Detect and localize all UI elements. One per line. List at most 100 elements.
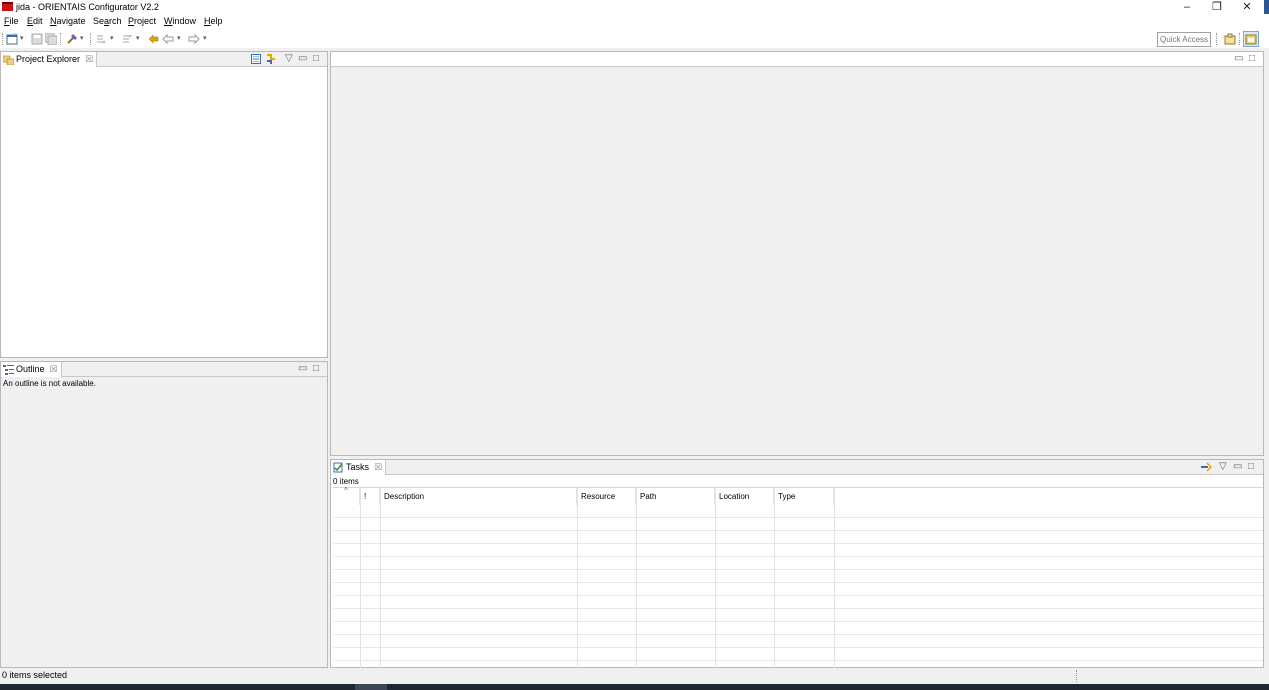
menu-help-rest: elp: [210, 16, 223, 26]
column-header-complete[interactable]: [333, 488, 360, 505]
editor-area: ▭ □: [330, 51, 1264, 456]
menu-search-pre: Se: [93, 16, 105, 26]
save-all-icon[interactable]: [45, 33, 57, 45]
table-row: [333, 647, 1263, 648]
status-text: 0 items selected: [2, 670, 68, 680]
project-explorer-header: Project Explorer ☒ ▽ ▭ □: [1, 52, 327, 67]
project-explorer-title: Project Explorer: [16, 54, 81, 64]
minimize-view-icon[interactable]: ▭: [298, 362, 307, 375]
menu-bar: File Edit Navigate Search Project Window…: [0, 14, 1269, 30]
window-title: jida - ORIENTAIS Configurator V2.2: [16, 2, 159, 12]
column-header-type[interactable]: Type: [774, 488, 834, 505]
project-explorer-view: Project Explorer ☒ ▽ ▭ □: [0, 51, 328, 358]
minimize-button[interactable]: –: [1172, 0, 1202, 14]
grid-line: [577, 488, 578, 668]
column-header-path[interactable]: Path: [636, 488, 715, 505]
next-annotation-dropdown-icon[interactable]: ▾: [110, 34, 114, 42]
os-taskbar: [0, 684, 1269, 690]
outline-header: Outline ☒ ▭ □: [1, 362, 327, 377]
close-button[interactable]: ✕: [1232, 0, 1262, 14]
menu-window-mnemonic: W: [164, 16, 173, 26]
maximize-view-icon[interactable]: □: [313, 52, 319, 65]
next-annotation-icon[interactable]: [95, 33, 107, 45]
grid-line: [715, 488, 716, 668]
table-row: [333, 608, 1263, 609]
forward-dropdown-icon[interactable]: ▾: [203, 34, 207, 42]
minimize-view-icon[interactable]: ▭: [298, 52, 307, 65]
view-menu-icon[interactable]: ▽: [285, 52, 293, 65]
maximize-view-icon[interactable]: □: [313, 362, 319, 375]
menu-window[interactable]: Window: [164, 16, 196, 26]
outline-icon: [3, 365, 14, 375]
view-menu-icon[interactable]: ▽: [1219, 460, 1227, 473]
menu-project-rest: roject: [134, 16, 157, 26]
status-bar: 0 items selected: [0, 668, 1269, 684]
tasks-count: 0 items: [333, 477, 359, 486]
close-icon[interactable]: ☒: [49, 362, 57, 377]
menu-navigate[interactable]: Navigate: [50, 16, 86, 26]
minimize-view-icon[interactable]: ▭: [1233, 460, 1242, 473]
taskbar-active-item[interactable]: [355, 684, 387, 690]
table-row: [333, 595, 1263, 596]
maximize-view-icon[interactable]: □: [1249, 52, 1255, 65]
restore-button[interactable]: ❐: [1202, 0, 1232, 14]
last-edit-icon[interactable]: [147, 33, 159, 45]
perspective-icon: [1245, 34, 1257, 45]
build-icon[interactable]: [66, 33, 78, 45]
back-dropdown-icon[interactable]: ▾: [177, 34, 181, 42]
tasks-table: ^ ! Description Resource Path Location T…: [333, 486, 1263, 668]
column-header-location[interactable]: Location: [715, 488, 774, 505]
table-row: [333, 556, 1263, 557]
tasks-view: Tasks ☒ ▽ ▭ □ 0 items ^ ! Description Re…: [330, 459, 1264, 668]
tab-tasks[interactable]: Tasks ☒: [331, 460, 387, 475]
new-icon[interactable]: [6, 33, 18, 45]
menu-help[interactable]: Help: [204, 16, 223, 26]
minimize-view-icon[interactable]: ▭: [1234, 52, 1243, 65]
outline-title: Outline: [16, 364, 45, 374]
status-separator: [1076, 670, 1077, 682]
grid-line: [834, 488, 835, 668]
menu-search[interactable]: Search: [93, 16, 122, 26]
toolbar-grip: [2, 33, 3, 45]
build-dropdown-icon[interactable]: ▾: [80, 34, 84, 42]
quick-access-input[interactable]: [1157, 32, 1211, 47]
column-header-resource[interactable]: Resource: [577, 488, 636, 505]
app-icon: [2, 2, 13, 11]
menu-window-rest: indow: [172, 16, 197, 26]
table-row: [333, 530, 1263, 531]
toolbar-separator: [60, 33, 61, 45]
tasks-title: Tasks: [346, 462, 370, 472]
column-header-priority[interactable]: !: [360, 488, 380, 505]
maximize-view-icon[interactable]: □: [1248, 460, 1254, 473]
forward-icon[interactable]: [188, 33, 200, 45]
back-icon[interactable]: [162, 33, 174, 45]
tab-outline[interactable]: Outline ☒: [1, 362, 62, 377]
table-row: [333, 634, 1263, 635]
table-row: [333, 543, 1263, 544]
menu-project[interactable]: Project: [128, 16, 156, 26]
title-bar: jida - ORIENTAIS Configurator V2.2 – ❐ ✕: [0, 0, 1269, 18]
save-icon[interactable]: [31, 33, 43, 45]
menu-edit-rest: dit: [33, 16, 43, 26]
tab-project-explorer[interactable]: Project Explorer ☒: [1, 52, 98, 67]
perspective-button[interactable]: [1243, 31, 1259, 47]
collapse-all-icon[interactable]: [251, 54, 261, 64]
prev-annotation-dropdown-icon[interactable]: ▾: [136, 34, 140, 42]
new-dropdown-icon[interactable]: ▾: [20, 34, 24, 42]
menu-edit[interactable]: Edit: [27, 16, 43, 26]
close-icon[interactable]: ☒: [85, 52, 93, 67]
editor-header: ▭ □: [331, 52, 1263, 67]
close-icon[interactable]: ☒: [374, 460, 382, 475]
tasks-icon: [333, 462, 343, 473]
prev-annotation-icon[interactable]: [121, 33, 133, 45]
menu-navigate-rest: avigate: [56, 16, 86, 26]
grid-line: [360, 488, 361, 668]
column-header-description[interactable]: Description: [380, 488, 577, 505]
grid-line: [380, 488, 381, 668]
open-perspective-icon[interactable]: [1224, 33, 1236, 45]
menu-file[interactable]: File: [4, 16, 19, 26]
link-with-editor-icon[interactable]: [265, 53, 277, 65]
toolbar-separator: [1239, 33, 1240, 45]
grid-line: [774, 488, 775, 668]
new-task-icon[interactable]: [1200, 462, 1212, 473]
